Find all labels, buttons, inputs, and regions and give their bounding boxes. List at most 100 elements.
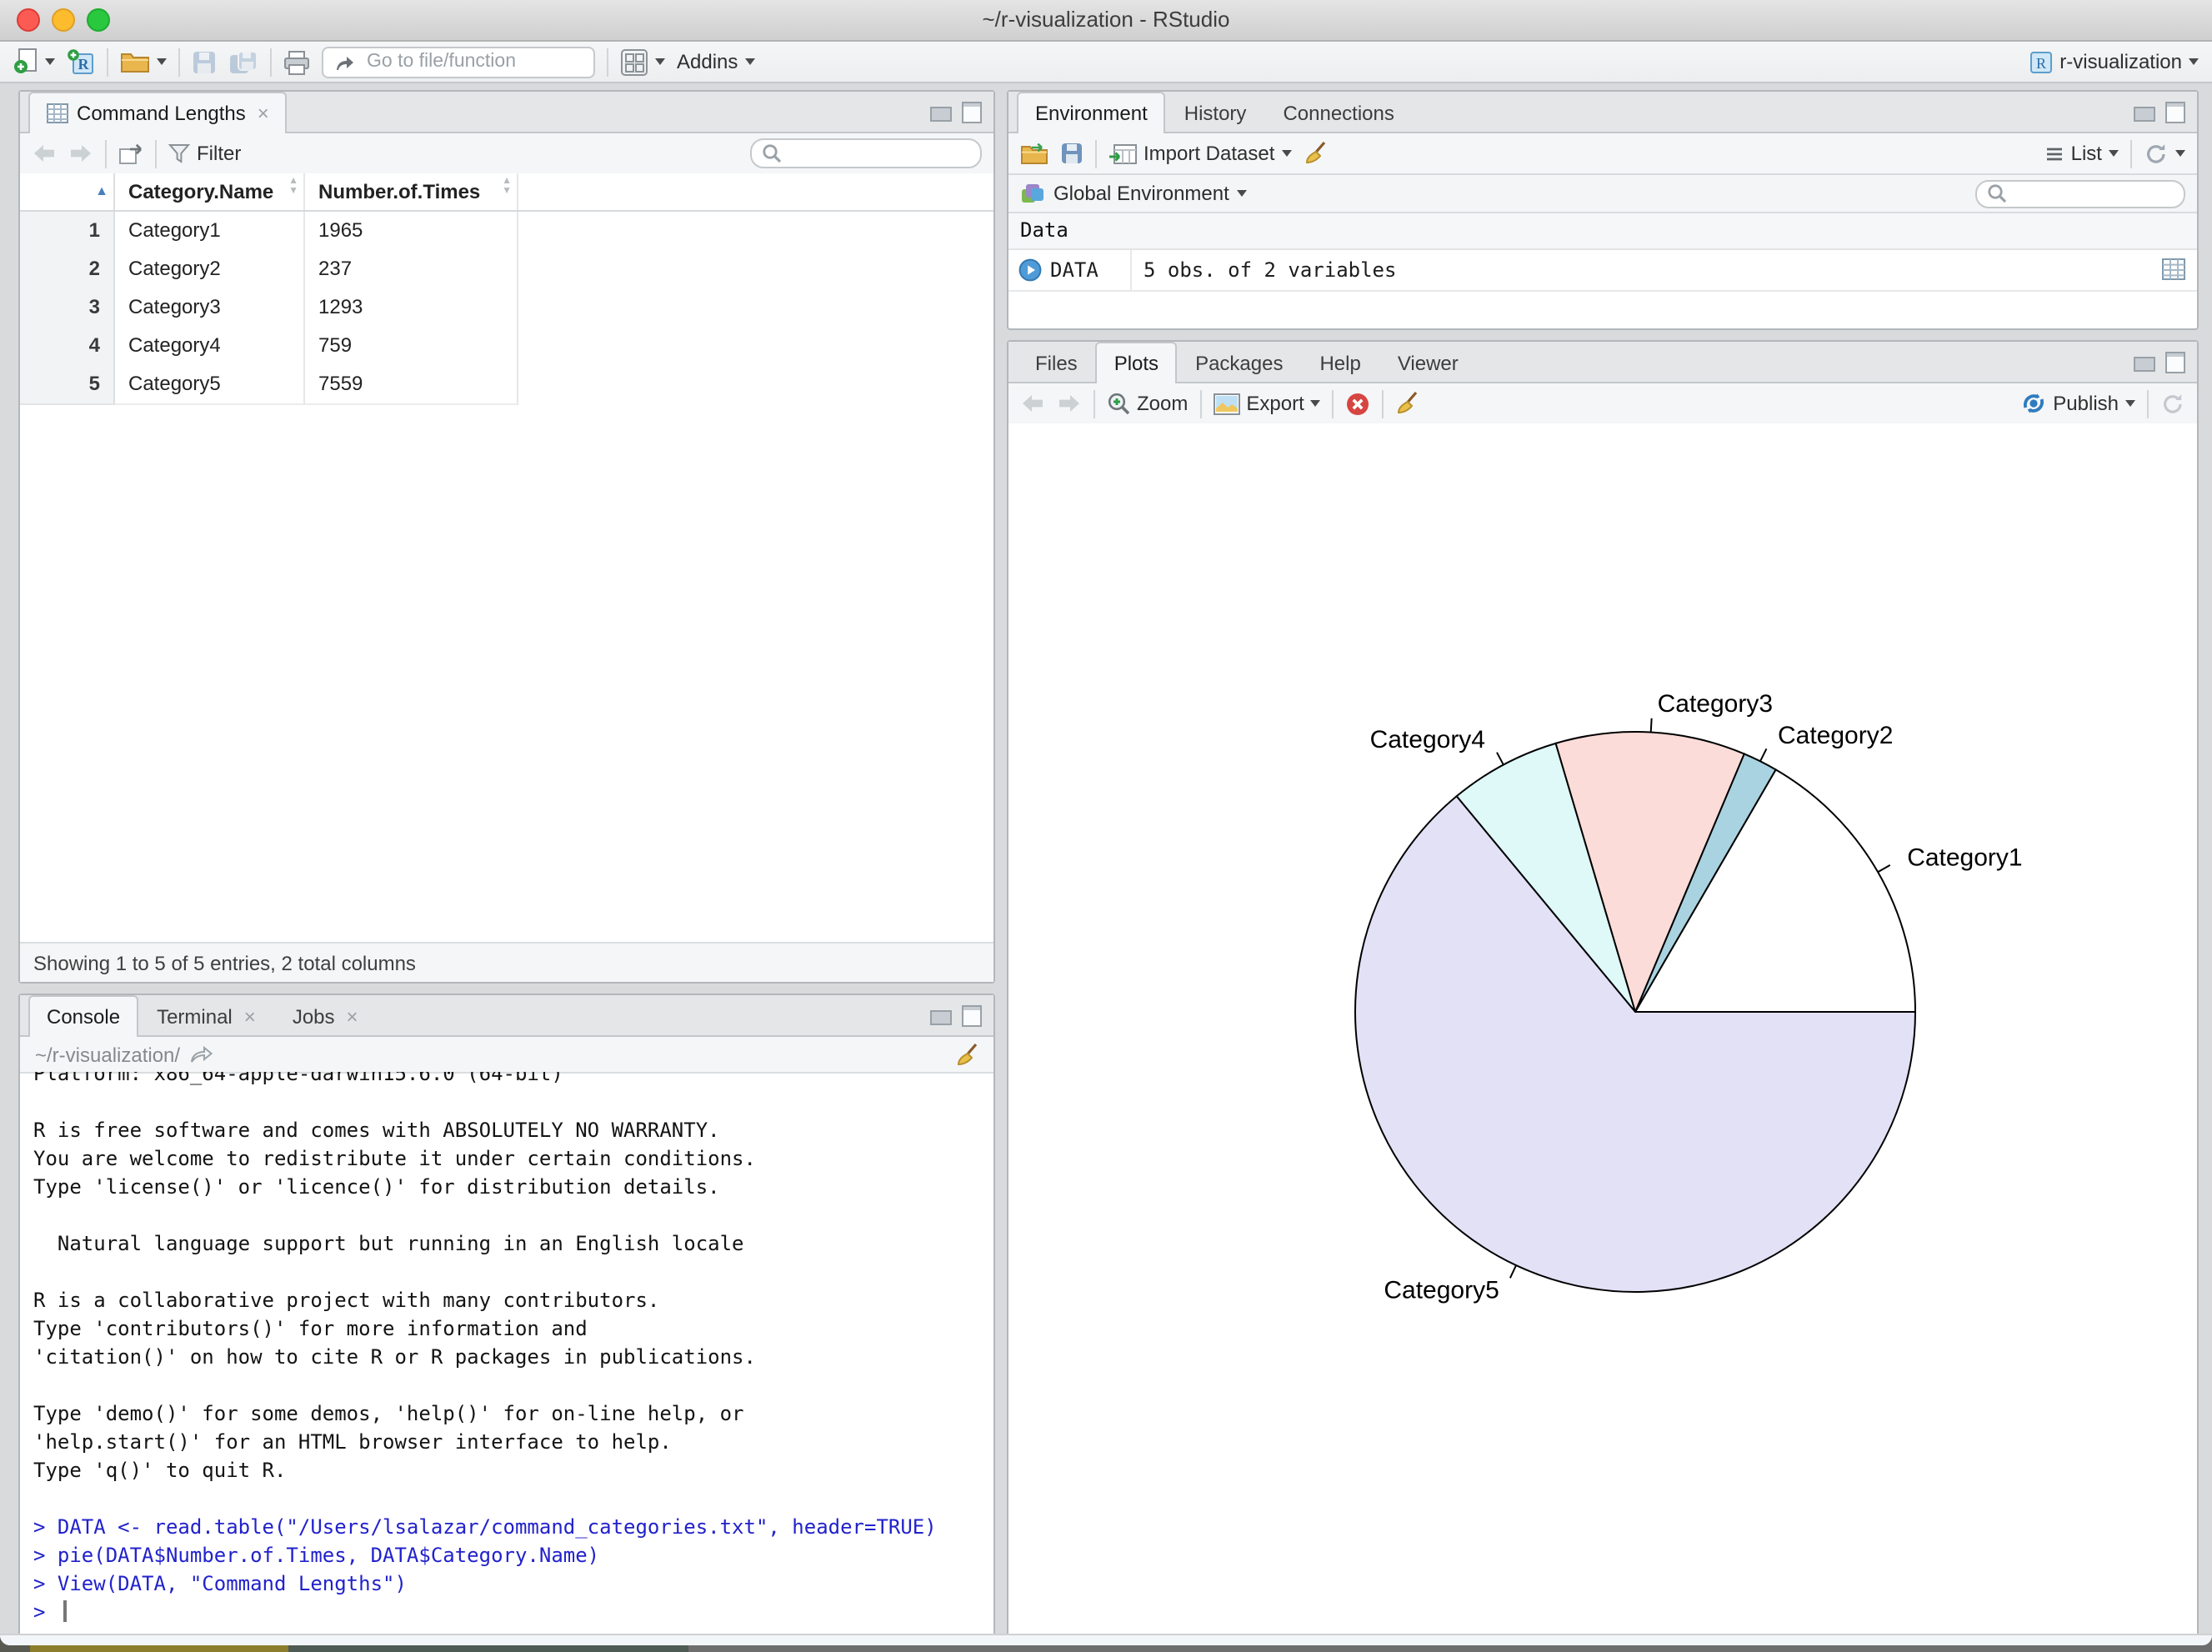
tab-console[interactable]: Console [28, 995, 139, 1037]
scope-selector-label[interactable]: Global Environment [1053, 182, 1229, 205]
environment-search-input[interactable] [2015, 182, 2169, 205]
tab-label: Plots [1114, 352, 1159, 375]
tab-connections[interactable]: Connections [1264, 92, 1412, 132]
zoom-plot-button[interactable]: Zoom [1107, 392, 1188, 415]
table-row[interactable]: 4 Category4 759 [20, 327, 993, 367]
environment-view-mode-menu[interactable]: List [2046, 142, 2119, 165]
goto-file-search[interactable] [322, 46, 595, 78]
minimize-pane-icon[interactable] [2134, 107, 2155, 122]
table-search[interactable] [750, 138, 982, 168]
project-menu[interactable]: R r-visualization [2028, 49, 2199, 74]
chevron-down-icon [2109, 150, 2119, 157]
environment-search[interactable] [1975, 179, 2185, 208]
window-bottom-strip [0, 1634, 2212, 1645]
goto-file-input[interactable] [363, 50, 567, 73]
minimize-pane-icon[interactable] [930, 107, 952, 122]
new-project-button[interactable]: R [67, 48, 95, 75]
clear-all-plots-broom-icon[interactable] [1396, 390, 1419, 417]
tab-terminal[interactable]: Terminal × [138, 995, 274, 1035]
minimize-pane-icon[interactable] [2134, 357, 2155, 372]
tab-files[interactable]: Files [1017, 342, 1096, 382]
tab-viewer[interactable]: Viewer [1379, 342, 1477, 382]
row-number-header[interactable]: ▲ [20, 173, 115, 210]
maximize-pane-icon[interactable] [2165, 352, 2185, 373]
pie-label-Category4: Category4 [1370, 726, 1485, 753]
cell-number-of-times: 1965 [305, 212, 518, 252]
pane-window-buttons [2134, 102, 2185, 123]
workspace-panes-button[interactable] [620, 48, 665, 76]
popout-window-icon[interactable] [118, 143, 143, 164]
tab-packages[interactable]: Packages [1177, 342, 1301, 382]
tab-environment[interactable]: Environment [1017, 92, 1166, 133]
close-window-button[interactable] [17, 8, 40, 32]
tab-plots[interactable]: Plots [1095, 342, 1178, 383]
environment-layers-icon[interactable] [1020, 182, 1045, 205]
console-command-line: > DATA <- read.table("/Users/lsalazar/co… [33, 1515, 937, 1539]
table-row[interactable]: 1 Category1 1965 [20, 212, 993, 252]
close-tab-icon[interactable]: × [347, 1004, 358, 1028]
toolbar-separator [178, 48, 180, 76]
toolbar-separator [2147, 389, 2149, 418]
clear-console-broom-icon[interactable] [955, 1041, 978, 1068]
console-output-line: 'help.start()' for an HTML browser inter… [33, 1430, 672, 1454]
tab-history[interactable]: History [1166, 92, 1265, 132]
open-file-button[interactable] [120, 50, 167, 73]
maximize-pane-icon[interactable] [962, 102, 982, 123]
maximize-pane-icon[interactable] [962, 1005, 982, 1027]
table-row[interactable]: 2 Category2 237 [20, 250, 993, 290]
tab-command-lengths[interactable]: Command Lengths × [28, 92, 288, 133]
publish-plot-menu[interactable]: Publish [2019, 392, 2135, 415]
back-icon[interactable] [32, 143, 57, 163]
close-tab-icon[interactable]: × [244, 1004, 256, 1028]
table-row[interactable]: 3 Category3 1293 [20, 288, 993, 328]
column-header-number-of-times[interactable]: Number.of.Times ▲ ▼ [305, 173, 518, 210]
export-plot-menu[interactable]: Export [1213, 392, 1321, 415]
new-file-button[interactable] [13, 48, 55, 75]
table-void [518, 365, 993, 405]
expand-object-icon[interactable] [1018, 258, 1042, 282]
refresh-plot-icon[interactable] [2160, 391, 2185, 416]
pane-window-buttons [930, 1005, 982, 1027]
goto-directory-icon[interactable] [190, 1045, 213, 1064]
console-output-line: Natural language support but running in … [33, 1232, 744, 1255]
remove-plot-icon[interactable] [1346, 391, 1371, 416]
minimize-window-button[interactable] [52, 8, 75, 32]
minimize-pane-icon[interactable] [930, 1010, 952, 1025]
load-workspace-folder-icon[interactable] [1020, 143, 1048, 164]
column-header-category-name[interactable]: Category.Name ▲ ▼ [115, 173, 305, 210]
refresh-environment-button[interactable] [2144, 141, 2185, 166]
clear-environment-broom-icon[interactable] [1303, 140, 1326, 167]
save-workspace-icon[interactable] [1060, 142, 1083, 165]
previous-plot-icon[interactable] [1020, 393, 1045, 413]
console-output-line: You are welcome to redistribute it under… [33, 1147, 756, 1170]
table-row[interactable]: 5 Category5 7559 [20, 365, 993, 405]
save-button[interactable] [192, 49, 217, 74]
print-button[interactable] [283, 49, 310, 74]
toolbar-separator [607, 48, 608, 76]
filter-button[interactable]: Filter [168, 142, 241, 165]
zoom-magnifier-icon [1108, 393, 1130, 415]
save-all-button[interactable] [228, 49, 258, 74]
tab-label: Console [47, 1005, 121, 1029]
close-tab-icon[interactable]: × [258, 102, 269, 125]
fullscreen-window-button[interactable] [87, 8, 110, 32]
table-search-input[interactable] [790, 142, 957, 165]
view-data-grid-icon[interactable] [2162, 258, 2185, 280]
environment-object-row[interactable]: DATA 5 obs. of 2 variables [1008, 250, 2197, 292]
console-prompt-line[interactable]: > [33, 1599, 980, 1627]
next-plot-icon[interactable] [1057, 393, 1082, 413]
console-output-line: Type 'demo()' for some demos, 'help()' f… [33, 1402, 744, 1425]
console-output[interactable]: Platform: x86_64-apple-darwin15.6.0 (64-… [20, 1072, 993, 1637]
addins-menu[interactable]: Addins [677, 50, 755, 73]
maximize-pane-icon[interactable] [2165, 102, 2185, 123]
tab-jobs[interactable]: Jobs × [274, 995, 377, 1035]
import-dataset-button[interactable]: Import Dataset [1109, 142, 1292, 165]
sort-arrows-icon: ▲ ▼ [502, 177, 512, 197]
console-output-line: R is a collaborative project with many c… [33, 1289, 660, 1312]
forward-icon[interactable] [68, 143, 93, 163]
toolbar-separator [1199, 389, 1202, 418]
tab-label: Packages [1195, 351, 1284, 374]
tab-help[interactable]: Help [1301, 342, 1379, 382]
